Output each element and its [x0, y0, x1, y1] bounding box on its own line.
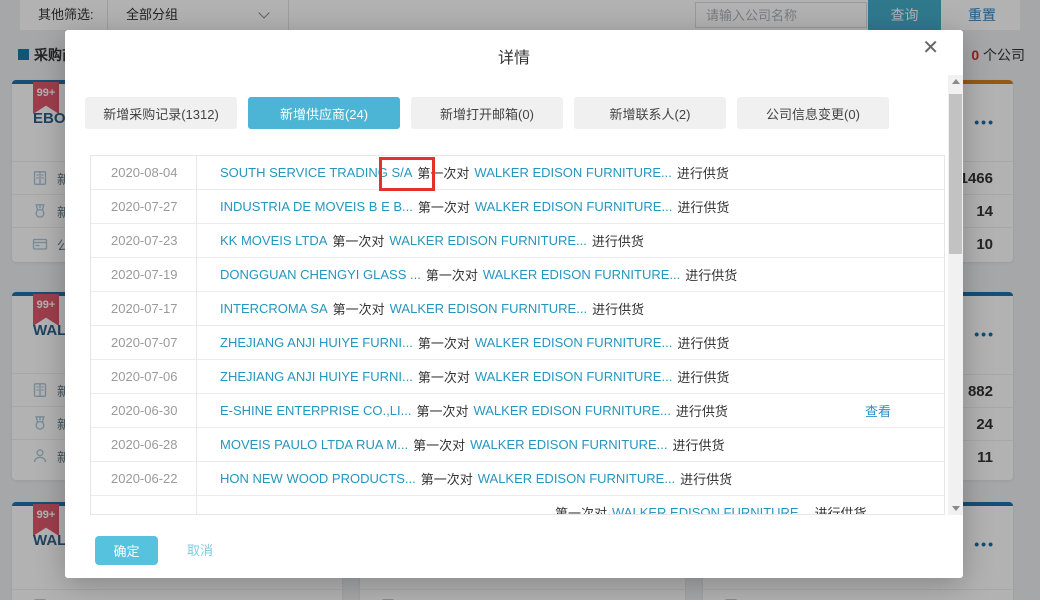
list-item: 2020-06-28 MOVEIS PAULO LTDA RUA M... 第一次… [91, 428, 944, 462]
item-date: 2020-07-23 [91, 224, 196, 257]
list-item: 2020-07-06 ZHEJIANG ANJI HUIYE FURNI... 第… [91, 360, 944, 394]
target-company-link[interactable]: WALKER EDISON FURNITURE... [483, 267, 680, 282]
tab-company-info-changes[interactable]: 公司信息变更(0) [737, 97, 889, 129]
item-date: 2020-07-19 [91, 258, 196, 291]
item-suffix: 进行供货 [677, 163, 729, 182]
supplier-link[interactable]: MOVEIS PAULO LTDA RUA M... [220, 437, 408, 452]
item-connector: 第一次对 [333, 299, 385, 318]
item-suffix: 进行供货 [814, 503, 866, 515]
item-date: 2020-06-22 [91, 462, 196, 495]
list-item: 第一次对 WALKER EDISON FURNITURE... 进行供货 [91, 496, 944, 515]
target-company-link[interactable]: WALKER EDISON FURNITURE... [473, 403, 670, 418]
supplier-link[interactable]: E-SHINE ENTERPRISE CO.,LI... [220, 403, 411, 418]
close-icon[interactable]: ✕ [922, 38, 939, 58]
supplier-link[interactable]: ZHEJIANG ANJI HUIYE FURNI... [220, 369, 413, 384]
item-suffix: 进行供货 [685, 265, 737, 284]
view-link[interactable]: 查看 [865, 394, 891, 427]
list-item: 2020-07-17 INTERCROMA SA 第一次对 WALKER EDISO… [91, 292, 944, 326]
supplier-link[interactable]: KK MOVEIS LTDA [220, 233, 327, 248]
target-company-link[interactable]: WALKER EDISON FURNITURE... [478, 471, 675, 486]
list-item: 2020-07-07 ZHEJIANG ANJI HUIYE FURNI... 第… [91, 326, 944, 360]
item-date: 2020-07-27 [91, 190, 196, 223]
modal-footer: 确定 取消 [65, 536, 963, 578]
item-suffix: 进行供货 [677, 333, 729, 352]
item-date: 2020-06-28 [91, 428, 196, 461]
modal-scrollbar[interactable] [948, 75, 963, 515]
item-date [91, 496, 196, 515]
scroll-up-icon[interactable] [948, 75, 963, 89]
tab-new-opened-mailboxes[interactable]: 新增打开邮箱(0) [411, 97, 563, 129]
supplier-link[interactable]: ZHEJIANG ANJI HUIYE FURNI... [220, 335, 413, 350]
item-date: 2020-07-07 [91, 326, 196, 359]
details-modal: 详情 ✕ 新增采购记录(1312) 新增供应商(24) 新增打开邮箱(0) 新增… [65, 30, 963, 578]
cancel-button[interactable]: 取消 [187, 536, 213, 565]
item-connector: 第一次对 [426, 265, 478, 284]
item-date: 2020-07-17 [91, 292, 196, 325]
item-suffix: 进行供货 [673, 435, 725, 454]
item-connector: 第一次对 [421, 469, 473, 488]
scrollbar-thumb[interactable] [949, 94, 962, 254]
app-screen: 其他筛选: 全部分组 查询 重置 采购商 0 个公司 99+ EBOX 新增采购… [0, 0, 1040, 600]
item-connector: 第一次对 [418, 333, 470, 352]
item-date: 2020-07-06 [91, 360, 196, 393]
item-connector: 第一次对 [555, 503, 607, 515]
item-date: 2020-08-04 [91, 156, 196, 189]
list-item: 2020-07-23 KK MOVEIS LTDA 第一次对 WALKER EDIS… [91, 224, 944, 258]
modal-body: 新增采购记录(1312) 新增供应商(24) 新增打开邮箱(0) 新增联系人(2… [65, 75, 963, 515]
target-company-link[interactable]: WALKER EDISON FURNITURE... [475, 369, 672, 384]
item-suffix: 进行供货 [592, 231, 644, 250]
target-company-link[interactable]: WALKER EDISON FURNITURE... [612, 505, 809, 515]
item-suffix: 进行供货 [592, 299, 644, 318]
modal-tabs: 新增采购记录(1312) 新增供应商(24) 新增打开邮箱(0) 新增联系人(2… [85, 97, 963, 129]
item-suffix: 进行供货 [680, 469, 732, 488]
supplier-link[interactable]: INTERCROMA SA [220, 301, 328, 316]
item-date: 2020-06-30 [91, 394, 196, 427]
annotation-highlight-box [379, 157, 435, 191]
item-connector: 第一次对 [416, 401, 468, 420]
item-connector: 第一次对 [413, 435, 465, 454]
tab-new-suppliers[interactable]: 新增供应商(24) [248, 97, 400, 129]
list-item: 2020-07-27 INDUSTRIA DE MOVEIS B E B... 第… [91, 190, 944, 224]
tab-new-purchase-records[interactable]: 新增采购记录(1312) [85, 97, 237, 129]
target-company-link[interactable]: WALKER EDISON FURNITURE... [475, 199, 672, 214]
target-company-link[interactable]: WALKER EDISON FURNITURE... [389, 233, 586, 248]
supplier-link[interactable]: DONGGUAN CHENGYI GLASS ... [220, 267, 421, 282]
target-company-link[interactable]: WALKER EDISON FURNITURE... [475, 335, 672, 350]
tab-new-contacts[interactable]: 新增联系人(2) [574, 97, 726, 129]
target-company-link[interactable]: WALKER EDISON FURNITURE... [474, 165, 671, 180]
list-item: 2020-08-04 SOUTH SERVICE TRADING S/A第一次对… [91, 156, 944, 190]
item-suffix: 进行供货 [676, 401, 728, 420]
list-item: 2020-06-30 E-SHINE ENTERPRISE CO.,LI... 第… [91, 394, 944, 428]
supplier-link[interactable]: HON NEW WOOD PRODUCTS... [220, 471, 416, 486]
target-company-link[interactable]: WALKER EDISON FURNITURE... [390, 301, 587, 316]
scroll-down-icon[interactable] [948, 501, 963, 515]
list-item: 2020-07-19 DONGGUAN CHENGYI GLASS ... 第一次… [91, 258, 944, 292]
item-suffix: 进行供货 [677, 367, 729, 386]
supplier-link[interactable]: INDUSTRIA DE MOVEIS B E B... [220, 199, 413, 214]
item-suffix: 进行供货 [677, 197, 729, 216]
confirm-button[interactable]: 确定 [95, 536, 158, 565]
target-company-link[interactable]: WALKER EDISON FURNITURE... [470, 437, 667, 452]
supplier-list: 2020-08-04 SOUTH SERVICE TRADING S/A第一次对… [90, 155, 945, 515]
item-connector: 第一次对 [418, 197, 470, 216]
modal-title: 详情 [65, 30, 963, 68]
item-connector: 第一次对 [418, 367, 470, 386]
list-item: 2020-06-22 HON NEW WOOD PRODUCTS... 第一次对 W… [91, 462, 944, 496]
item-connector: 第一次对 [332, 231, 384, 250]
